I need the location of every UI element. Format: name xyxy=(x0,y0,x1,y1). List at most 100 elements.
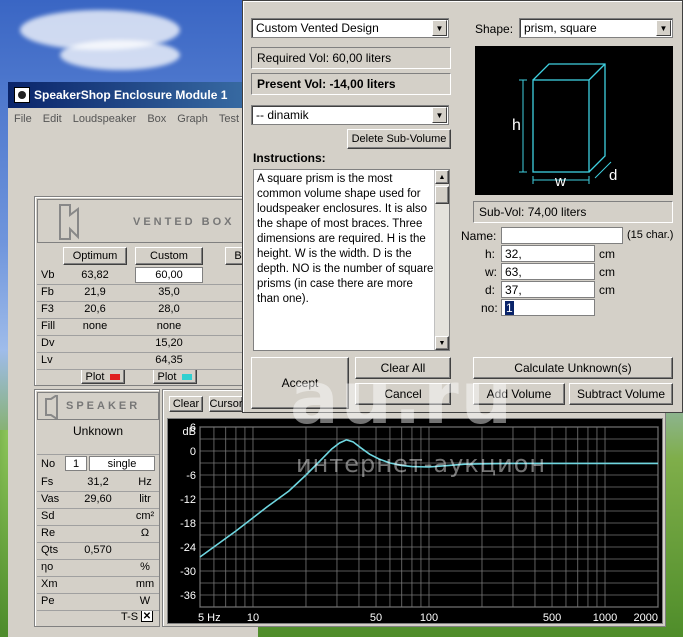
menu-graph[interactable]: Graph xyxy=(177,113,208,125)
instructions-box[interactable]: A square prism is the most common volume… xyxy=(253,169,450,351)
y-tick-label: -12 xyxy=(180,494,196,506)
w-label: w: xyxy=(485,265,497,279)
shape-label: Shape: xyxy=(475,22,514,36)
app-icon xyxy=(14,87,30,103)
instructions-scrollbar[interactable]: ▲ ▼ xyxy=(434,170,449,350)
menu-edit[interactable]: Edit xyxy=(43,113,62,125)
shape-select[interactable]: prism, square ▼ xyxy=(519,18,673,38)
x-tick-label: 50 xyxy=(370,612,382,624)
vented-row-custom: none xyxy=(156,320,182,332)
speaker-row-unit: Hz xyxy=(138,476,152,488)
shape-diagram: h w d xyxy=(475,46,673,195)
speaker-row-value[interactable]: 31,2 xyxy=(65,474,131,490)
vented-row-optimum: 63,82 xyxy=(81,269,109,281)
plot-custom-swatch xyxy=(182,373,193,380)
scroll-thumb[interactable] xyxy=(435,186,449,204)
no-input[interactable]: 1 xyxy=(501,299,595,316)
x-tick-label: 5 Hz xyxy=(198,612,221,624)
plot-optimum-label: Plot xyxy=(85,370,105,383)
vented-row-label: Dv xyxy=(41,337,55,349)
h-label: h: xyxy=(485,247,496,261)
chevron-down-icon[interactable]: ▼ xyxy=(432,20,447,36)
clear-all-button[interactable]: Clear All xyxy=(355,357,451,379)
subvolume-select[interactable]: -- dinamik ▼ xyxy=(251,105,449,125)
speaker-row-value[interactable]: 0,570 xyxy=(65,542,131,558)
vented-row-optimum: 20,6 xyxy=(84,303,106,315)
cancel-button[interactable]: Cancel xyxy=(355,383,451,405)
subtract-volume-button[interactable]: Subtract Volume xyxy=(569,383,673,405)
design-select[interactable]: Custom Vented Design ▼ xyxy=(251,18,449,38)
menu-test[interactable]: Test xyxy=(219,113,239,125)
speaker-row-label: Vas xyxy=(41,493,60,505)
x-tick-label: 500 xyxy=(543,612,561,624)
vented-row-label: Lv xyxy=(41,354,53,366)
scroll-up-icon[interactable]: ▲ xyxy=(435,170,449,184)
vented-row-label: Vb xyxy=(41,269,55,281)
speaker-row-value[interactable] xyxy=(65,525,131,541)
main-window-title: SpeakerShop Enclosure Module 1 xyxy=(34,88,228,102)
vented-row-optimum: 21,9 xyxy=(84,286,106,298)
calculate-unknowns-button[interactable]: Calculate Unknown(s) xyxy=(473,357,673,379)
speaker-row-value[interactable] xyxy=(65,559,131,575)
chevron-down-icon[interactable]: ▼ xyxy=(656,20,671,36)
accept-button[interactable]: Accept xyxy=(251,357,349,409)
speaker-header: SPEAKER xyxy=(37,392,159,420)
x-tick-label: 10 xyxy=(247,612,259,624)
ts-checkbox[interactable]: ✕ xyxy=(141,610,153,622)
y-tick-label: -24 xyxy=(180,542,196,554)
optimum-column-button[interactable]: Optimum xyxy=(63,247,127,265)
graph-panel: Clear Cursor 6 0 -6 -12 -18 -24 -30 -36 dB 5 Hz 10… xyxy=(162,389,666,627)
speaker-row-value[interactable] xyxy=(65,576,131,592)
plot-optimum-button[interactable]: Plot xyxy=(81,369,125,384)
add-volume-button[interactable]: Add Volume xyxy=(473,383,565,405)
graph-cursor-button[interactable]: Cursor xyxy=(209,396,243,412)
speaker-no-value[interactable]: 1 xyxy=(65,456,87,471)
delete-subvolume-button[interactable]: Delete Sub-Volume xyxy=(347,129,451,149)
graph-clear-button[interactable]: Clear xyxy=(169,396,203,412)
vented-row-label: Fb xyxy=(41,286,54,298)
vented-box-icon xyxy=(59,204,79,240)
custom-column-button[interactable]: Custom xyxy=(135,247,203,265)
d-label: d: xyxy=(485,283,496,297)
speaker-row-unit: % xyxy=(140,561,150,573)
speaker-row-value[interactable] xyxy=(65,508,131,524)
speaker-no-label: No xyxy=(41,458,56,470)
d-input[interactable]: 37, xyxy=(501,281,595,298)
speaker-row-unit: W xyxy=(139,595,151,607)
speaker-row-label: Fs xyxy=(41,476,54,488)
speaker-icon xyxy=(45,395,58,419)
speaker-row-label: Pe xyxy=(41,595,55,607)
vented-row-custom: 15,20 xyxy=(155,337,183,349)
name-input[interactable] xyxy=(501,227,623,244)
chevron-down-icon[interactable]: ▼ xyxy=(432,107,447,123)
speaker-row-label: ηo xyxy=(41,561,54,573)
main-title-bar[interactable]: SpeakerShop Enclosure Module 1 xyxy=(8,82,258,108)
instructions-text: A square prism is the most common volume… xyxy=(257,173,434,305)
speaker-row-value[interactable] xyxy=(65,593,131,609)
vented-row-label: F3 xyxy=(41,303,54,315)
y-tick-label: -6 xyxy=(186,470,196,482)
speaker-row-value[interactable]: 29,60 xyxy=(65,491,131,507)
vented-row-custom[interactable]: 60,00 xyxy=(135,267,203,283)
plot-custom-button[interactable]: Plot xyxy=(153,369,197,384)
no-input-value: 1 xyxy=(505,300,514,315)
diagram-h-label: h xyxy=(512,117,521,134)
required-volume: Required Vol: 60,00 liters xyxy=(251,47,451,69)
menu-file[interactable]: File xyxy=(14,113,32,125)
h-input[interactable]: 32, xyxy=(501,245,595,262)
speaker-row-unit: mm xyxy=(135,578,155,590)
graph-area[interactable]: 6 0 -6 -12 -18 -24 -30 -36 dB 5 Hz 10 50 100 500 1000 2… xyxy=(167,418,663,624)
ts-label: T-S xyxy=(121,611,139,623)
y-tick-label: 0 xyxy=(190,446,196,458)
w-input[interactable]: 63, xyxy=(501,263,595,280)
scroll-down-icon[interactable]: ▼ xyxy=(435,336,449,350)
volume-design-dialog: Custom Vented Design ▼ Required Vol: 60,… xyxy=(242,0,683,413)
vented-row-optimum: none xyxy=(82,320,108,332)
w-unit: cm xyxy=(599,265,615,279)
menu-bar: File Edit Loudspeaker Box Graph Test xyxy=(8,109,258,129)
menu-loudspeaker[interactable]: Loudspeaker xyxy=(73,113,137,125)
menu-box[interactable]: Box xyxy=(147,113,166,125)
speaker-row-label: Re xyxy=(41,527,56,539)
speaker-no-mode[interactable]: single xyxy=(89,456,155,471)
speaker-row-label: Sd xyxy=(41,510,55,522)
